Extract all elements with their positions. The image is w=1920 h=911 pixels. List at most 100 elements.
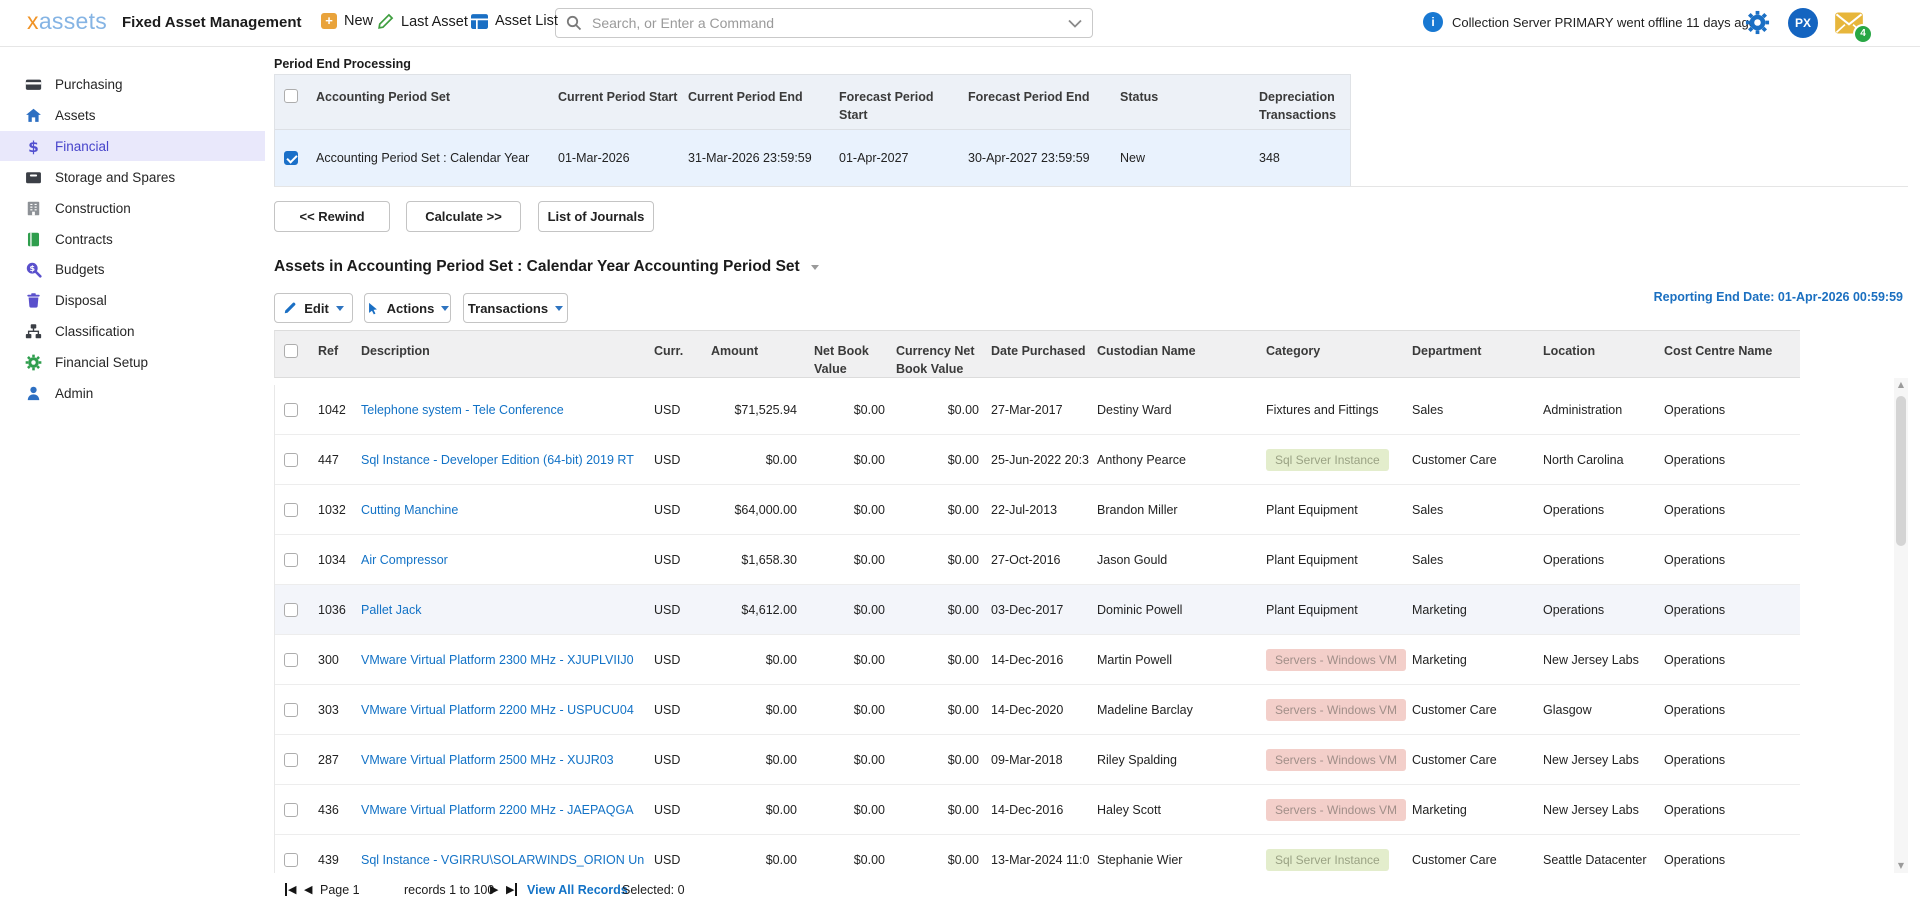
cell-description[interactable]: Sql Instance - VGIRRU\SOLARWINDS_ORION U… (361, 835, 652, 873)
cell-description[interactable]: Air Compressor (361, 535, 652, 584)
table-row[interactable]: 1032Cutting ManchineUSD$64,000.00$0.00$0… (275, 485, 1800, 535)
next-page-icon[interactable]: ▶ (490, 883, 498, 896)
checkbox[interactable] (284, 89, 298, 103)
sidebar-item-storage-and-spares[interactable]: Storage and Spares (0, 162, 265, 192)
menu-item-new[interactable]: +New (321, 13, 373, 29)
column-header-forecast-period-end[interactable]: Forecast Period End (968, 75, 1113, 106)
sidebar-item-classification[interactable]: Classification (0, 316, 265, 346)
chevron-down-icon[interactable] (1068, 19, 1082, 28)
column-header-cost-centre-name[interactable]: Cost Centre Name (1664, 331, 1794, 360)
column-header-accounting-period-set[interactable]: Accounting Period Set (316, 75, 556, 106)
checkbox[interactable] (284, 553, 298, 567)
cell-ref: 439 (318, 835, 358, 873)
column-header-amount[interactable]: Amount (711, 331, 801, 360)
rewind-button[interactable]: << Rewind (274, 201, 390, 232)
checkbox[interactable] (284, 703, 298, 717)
previous-page-icon[interactable]: ◀ (304, 883, 312, 896)
column-header-custodian-name[interactable]: Custodian Name (1097, 331, 1261, 360)
transactions-button[interactable]: Transactions (463, 293, 568, 323)
list-of-journals-button[interactable]: List of Journals (538, 201, 654, 232)
checkbox[interactable] (284, 853, 298, 867)
cell-description[interactable]: Telephone system - Tele Conference (361, 385, 652, 434)
actions-button[interactable]: Actions (364, 293, 451, 323)
scroll-up-icon[interactable]: ▲ (1894, 378, 1908, 392)
records-range: records 1 to 100 (404, 883, 494, 897)
menu-item-asset-list[interactable]: Asset List (471, 13, 558, 29)
mail-icon[interactable]: 4 (1834, 11, 1864, 40)
calculate-button[interactable]: Calculate >> (406, 201, 521, 232)
last-page-icon[interactable]: ▶ (506, 883, 517, 896)
app-window: xassets Fixed Asset Management i Collect… (0, 0, 1920, 911)
search-input[interactable] (590, 14, 1060, 32)
column-header-net-book-value[interactable]: Net Book Value (814, 331, 884, 378)
cell-custodian: Destiny Ward (1097, 385, 1261, 434)
checkbox[interactable] (284, 403, 298, 417)
checkbox[interactable] (284, 344, 298, 358)
column-header-current-period-end[interactable]: Current Period End (688, 75, 833, 106)
column-header-forecast-period-start[interactable]: Forecast Period Start (839, 75, 951, 124)
table-row[interactable]: 1034Air CompressorUSD$1,658.30$0.00$0.00… (275, 535, 1800, 585)
sidebar-item-admin[interactable]: Admin (0, 378, 265, 408)
table-row[interactable]: 447Sql Instance - Developer Edition (64-… (275, 435, 1800, 485)
column-header-ref[interactable]: Ref (318, 331, 358, 360)
column-header-department[interactable]: Department (1412, 331, 1538, 360)
scroll-down-icon[interactable]: ▼ (1894, 859, 1908, 873)
cell-depreciation-transactions: 348 (1259, 130, 1359, 186)
column-header-location[interactable]: Location (1543, 331, 1659, 360)
table-row[interactable]: 300VMware Virtual Platform 2300 MHz - XJ… (275, 635, 1800, 685)
checkbox[interactable] (284, 453, 298, 467)
sidebar-item-purchasing[interactable]: Purchasing (0, 69, 265, 99)
scrollbar-thumb[interactable] (1896, 396, 1906, 546)
category-badge: Servers - Windows VM (1266, 749, 1406, 771)
vertical-scrollbar[interactable]: ▲ ▼ (1894, 378, 1908, 873)
checkbox[interactable] (284, 503, 298, 517)
checkbox[interactable] (284, 151, 298, 165)
table-row[interactable]: 1042Telephone system - Tele ConferenceUS… (275, 385, 1800, 435)
column-header-category[interactable]: Category (1266, 331, 1408, 360)
column-header-status[interactable]: Status (1120, 75, 1205, 106)
cell-description[interactable]: VMware Virtual Platform 2200 MHz - JAEPA… (361, 785, 652, 834)
table-row[interactable]: 287VMware Virtual Platform 2500 MHz - XU… (275, 735, 1800, 785)
view-all-records-link[interactable]: View All Records (527, 883, 628, 897)
sidebar-item-budgets[interactable]: $Budgets (0, 254, 265, 284)
column-header-date-purchased[interactable]: Date Purchased (991, 331, 1101, 360)
column-header-currency-net-book-value[interactable]: Currency Net Book Value (896, 331, 988, 378)
title-dropdown-caret-icon[interactable] (811, 265, 819, 270)
cell-description[interactable]: Sql Instance - Developer Edition (64-bit… (361, 435, 652, 484)
sidebar-item-financial[interactable]: $Financial (0, 131, 265, 161)
settings-gear-icon[interactable] (1745, 10, 1770, 40)
table-row[interactable]: 436VMware Virtual Platform 2200 MHz - JA… (275, 785, 1800, 835)
column-header-description[interactable]: Description (361, 331, 652, 360)
sidebar-item-construction[interactable]: Construction (0, 193, 265, 223)
table-row[interactable]: 1036Pallet JackUSD$4,612.00$0.00$0.0003-… (275, 585, 1800, 635)
sidebar-item-financial-setup[interactable]: Financial Setup (0, 347, 265, 377)
cell-description[interactable]: Cutting Manchine (361, 485, 652, 534)
column-header-current-period-start[interactable]: Current Period Start (558, 75, 683, 106)
search-box[interactable] (555, 8, 1093, 38)
cell-department: Sales (1412, 485, 1538, 534)
checkbox[interactable] (284, 603, 298, 617)
sidebar-item-contracts[interactable]: Contracts (0, 224, 265, 254)
sidebar-item-disposal[interactable]: Disposal (0, 285, 265, 315)
edit-button[interactable]: Edit (274, 293, 353, 323)
sidebar-item-assets[interactable]: Assets (0, 100, 265, 130)
menu-item-last-asset[interactable]: Last Asset (377, 13, 468, 30)
checkbox[interactable] (284, 753, 298, 767)
checkbox[interactable] (284, 653, 298, 667)
search-dollar-icon: $ (25, 261, 42, 278)
cell-description[interactable]: Pallet Jack (361, 585, 652, 634)
table-row[interactable]: 303VMware Virtual Platform 2200 MHz - US… (275, 685, 1800, 735)
info-icon[interactable]: i (1423, 12, 1443, 32)
cell-description[interactable]: VMware Virtual Platform 2500 MHz - XUJR0… (361, 735, 652, 784)
first-page-icon[interactable]: ◀ (285, 883, 296, 896)
column-header-depreciation-transactions[interactable]: Depreciation Transactions (1259, 75, 1359, 124)
cell-description[interactable]: VMware Virtual Platform 2200 MHz - USPUC… (361, 685, 652, 734)
table-row[interactable]: 439Sql Instance - VGIRRU\SOLARWINDS_ORIO… (275, 835, 1800, 873)
period-table-row[interactable]: Accounting Period Set : Calendar Year01-… (275, 130, 1350, 186)
checkbox[interactable] (284, 803, 298, 817)
cell-description[interactable]: VMware Virtual Platform 2300 MHz - XJUPL… (361, 635, 652, 684)
reporting-end-date: Reporting End Date: 01-Apr-2026 00:59:59 (1654, 290, 1903, 304)
avatar[interactable]: PX (1788, 8, 1818, 38)
column-header-curr[interactable]: Curr. (654, 331, 700, 360)
cell-ref: 300 (318, 635, 358, 684)
